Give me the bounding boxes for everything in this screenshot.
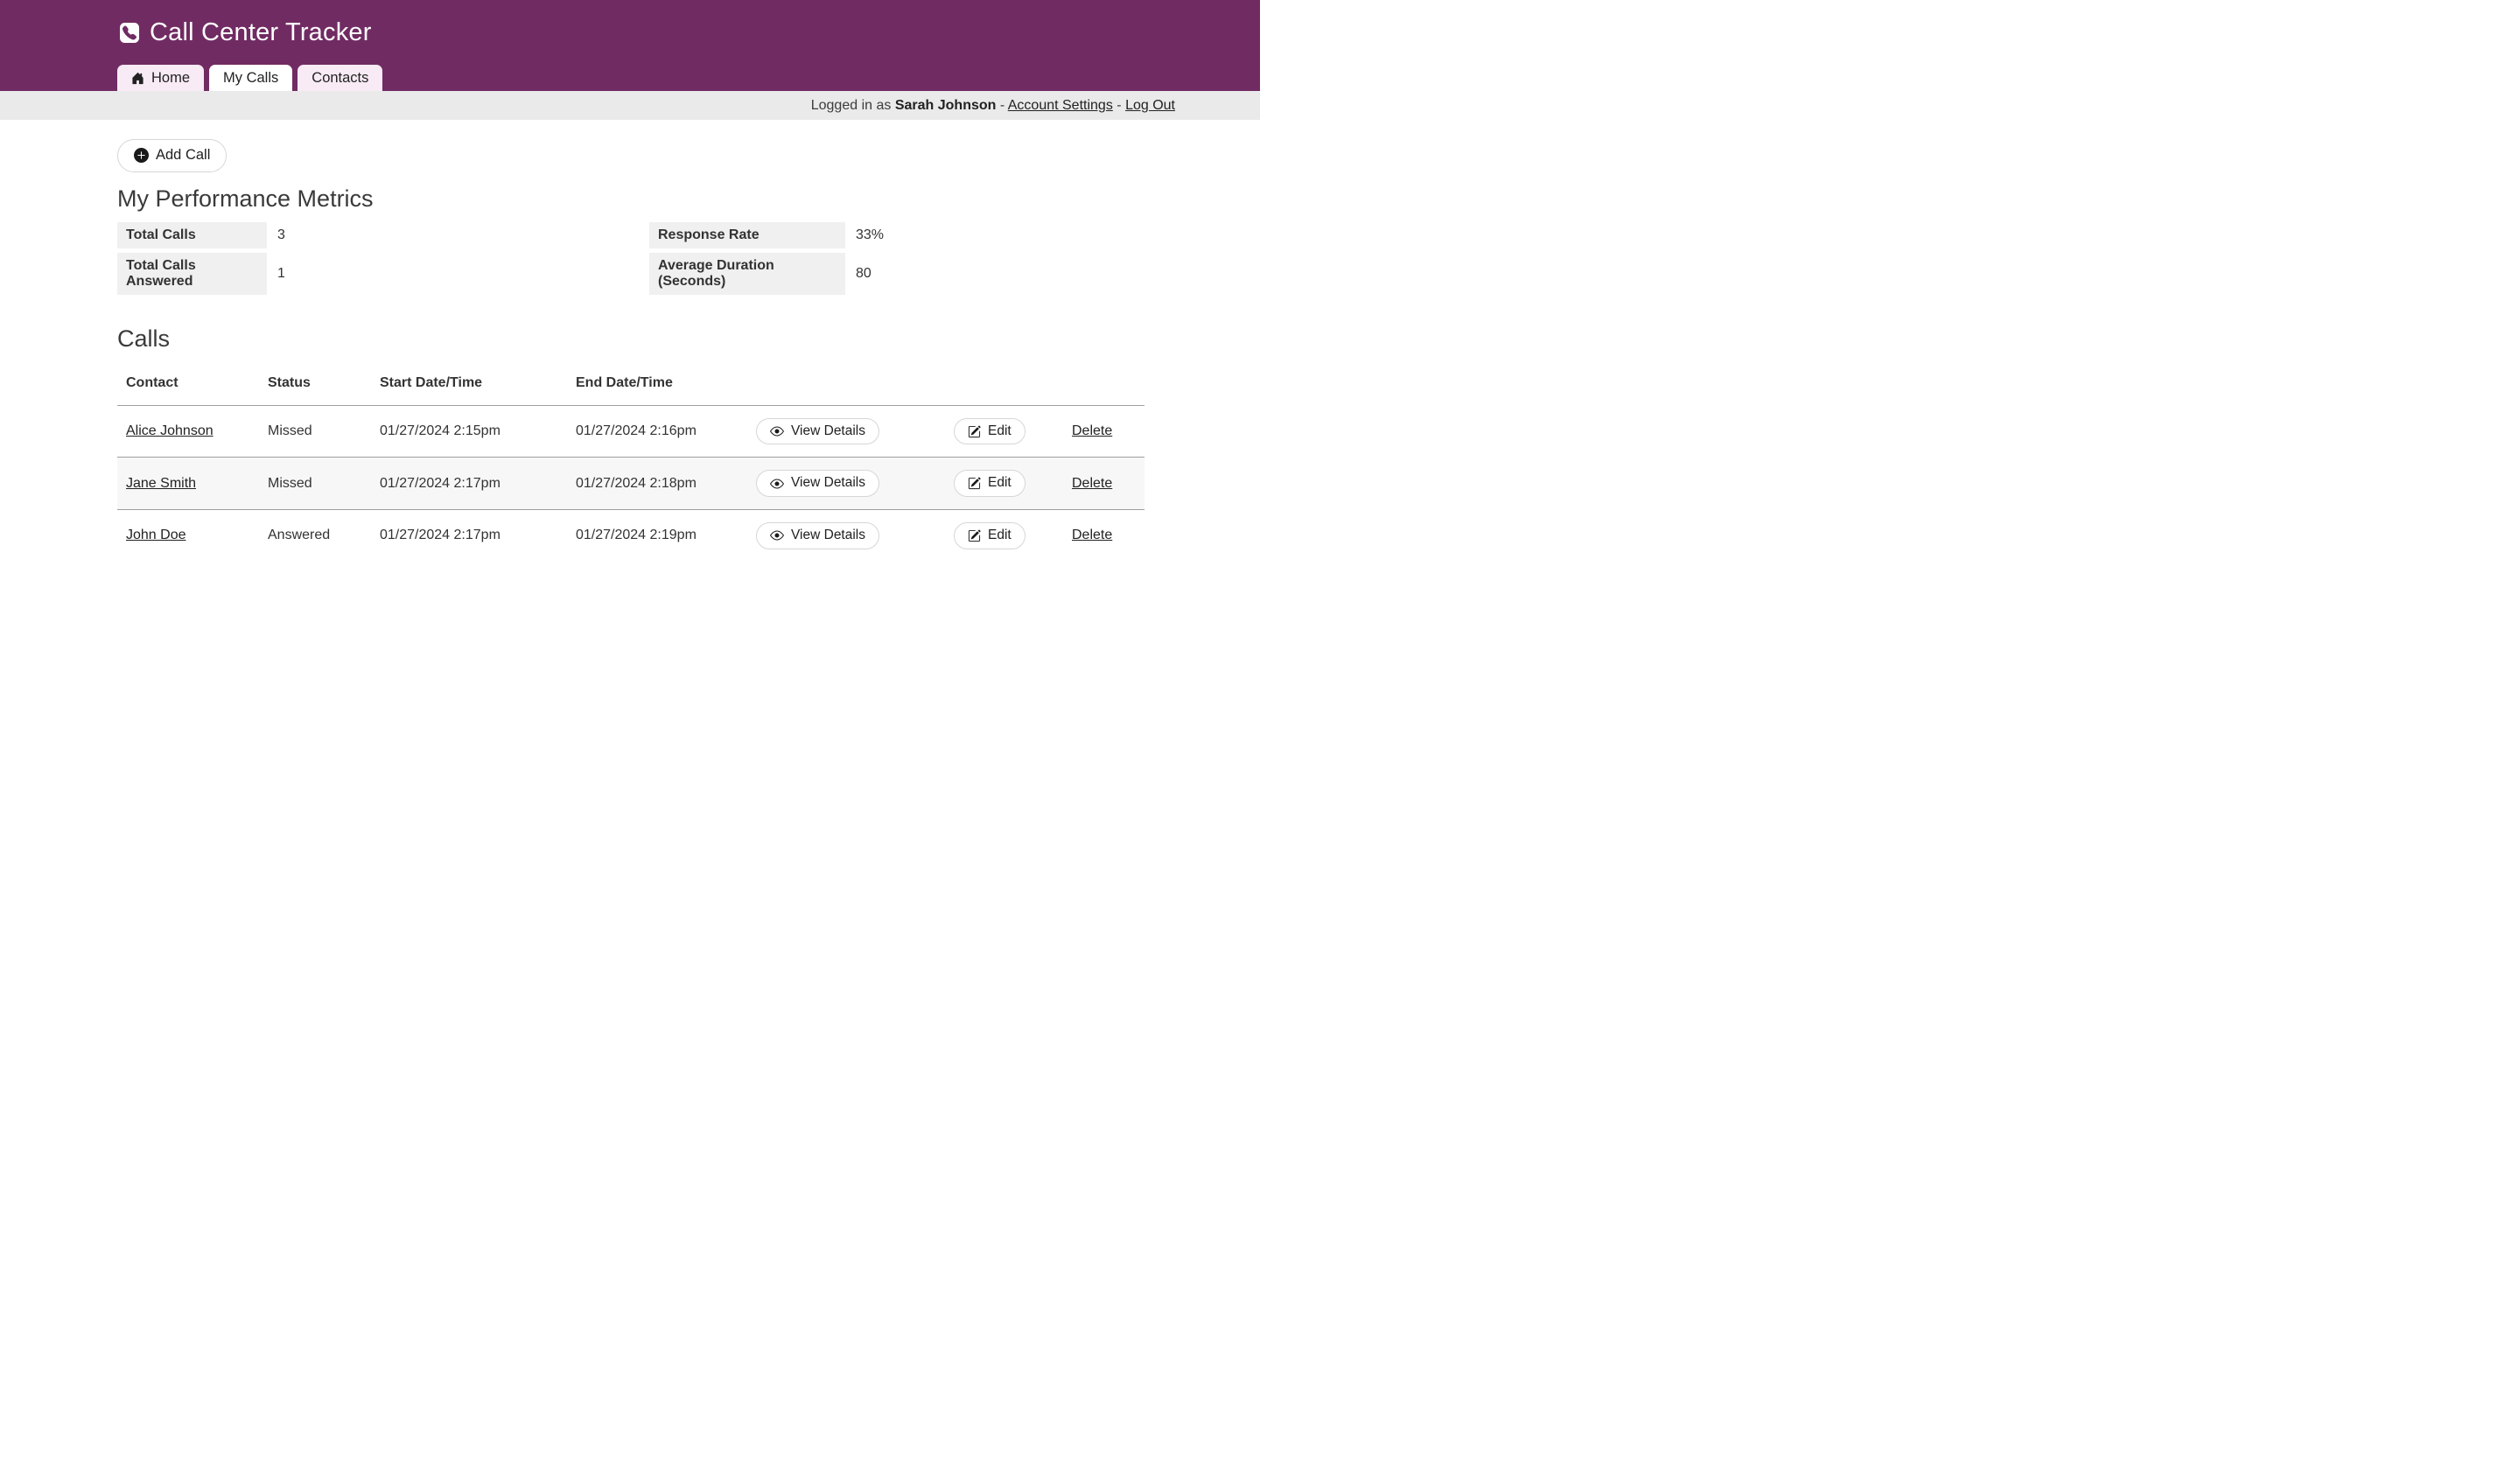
calls-heading: Calls xyxy=(117,325,1144,353)
column-actions-spacer xyxy=(747,353,945,406)
metric-label-total-calls: Total Calls xyxy=(117,222,267,248)
call-row: Alice Johnson Missed 01/27/2024 2:15pm 0… xyxy=(117,405,1144,458)
separator: - xyxy=(1000,98,1004,113)
contact-link[interactable]: Jane Smith xyxy=(126,476,196,491)
app-header: Call Center Tracker Home My Calls Contac… xyxy=(0,0,1260,91)
edit-label: Edit xyxy=(988,528,1012,544)
call-start: 01/27/2024 2:15pm xyxy=(371,405,567,458)
call-start: 01/27/2024 2:17pm xyxy=(371,509,567,561)
view-details-button[interactable]: View Details xyxy=(756,418,879,445)
call-status: Answered xyxy=(259,509,371,561)
call-row: John Doe Answered 01/27/2024 2:17pm 01/2… xyxy=(117,509,1144,561)
separator: - xyxy=(1116,98,1121,113)
view-details-button[interactable]: View Details xyxy=(756,522,879,549)
call-start: 01/27/2024 2:17pm xyxy=(371,458,567,510)
view-details-button[interactable]: View Details xyxy=(756,470,879,497)
edit-icon xyxy=(968,425,981,438)
contact-link[interactable]: John Doe xyxy=(126,528,186,542)
house-icon xyxy=(131,72,144,85)
metric-value-total-calls: 3 xyxy=(267,222,649,248)
call-end: 01/27/2024 2:18pm xyxy=(567,458,747,510)
edit-icon xyxy=(968,477,981,490)
column-actions-spacer xyxy=(1063,353,1144,406)
edit-button[interactable]: Edit xyxy=(954,470,1026,497)
main-nav: Home My Calls Contacts xyxy=(117,65,382,91)
metrics-heading: My Performance Metrics xyxy=(117,185,1144,213)
metric-label-response-rate: Response Rate xyxy=(649,222,845,248)
call-status: Missed xyxy=(259,405,371,458)
tab-home-label: Home xyxy=(151,70,190,87)
call-row: Jane Smith Missed 01/27/2024 2:17pm 01/2… xyxy=(117,458,1144,510)
add-call-button[interactable]: Add Call xyxy=(117,139,227,172)
tab-contacts[interactable]: Contacts xyxy=(298,65,382,91)
plus-circle-icon xyxy=(134,148,149,163)
eye-icon xyxy=(770,477,784,491)
view-details-label: View Details xyxy=(791,423,865,440)
phone-square-icon xyxy=(120,23,139,43)
metric-label-answered: Total Calls Answered xyxy=(117,253,267,295)
edit-button[interactable]: Edit xyxy=(954,522,1026,549)
edit-label: Edit xyxy=(988,423,1012,440)
column-start: Start Date/Time xyxy=(371,353,567,406)
delete-link[interactable]: Delete xyxy=(1072,476,1112,491)
calls-table-header: Contact Status Start Date/Time End Date/… xyxy=(117,353,1144,406)
column-status: Status xyxy=(259,353,371,406)
tab-my-calls[interactable]: My Calls xyxy=(209,65,292,91)
view-details-label: View Details xyxy=(791,528,865,544)
edit-button[interactable]: Edit xyxy=(954,418,1026,445)
metric-value-avg-duration: 80 xyxy=(845,253,1144,295)
delete-link[interactable]: Delete xyxy=(1072,423,1112,438)
call-end: 01/27/2024 2:19pm xyxy=(567,509,747,561)
logged-in-prefix: Logged in as xyxy=(811,98,892,113)
call-end: 01/27/2024 2:16pm xyxy=(567,405,747,458)
column-actions-spacer xyxy=(945,353,1063,406)
column-contact: Contact xyxy=(117,353,259,406)
log-out-link[interactable]: Log Out xyxy=(1125,98,1175,113)
call-status: Missed xyxy=(259,458,371,510)
delete-link[interactable]: Delete xyxy=(1072,528,1112,542)
app-title: Call Center Tracker xyxy=(150,18,372,47)
calls-table: Contact Status Start Date/Time End Date/… xyxy=(117,353,1144,562)
contact-link[interactable]: Alice Johnson xyxy=(126,423,214,438)
eye-icon xyxy=(770,528,784,542)
metric-value-response-rate: 33% xyxy=(845,222,1144,248)
user-name: Sarah Johnson xyxy=(895,98,997,113)
user-bar: Logged in as Sarah Johnson - Account Set… xyxy=(0,91,1260,120)
account-settings-link[interactable]: Account Settings xyxy=(1008,98,1113,113)
add-call-label: Add Call xyxy=(156,147,210,164)
edit-icon xyxy=(968,529,981,542)
metrics-table: Total Calls 3 Response Rate 33% Total Ca… xyxy=(117,218,1144,299)
metrics-row: Total Calls 3 Response Rate 33% xyxy=(117,222,1144,248)
tab-my-calls-label: My Calls xyxy=(223,70,278,87)
brand: Call Center Tracker xyxy=(0,0,1260,47)
eye-icon xyxy=(770,424,784,438)
metric-value-answered: 1 xyxy=(267,253,649,295)
tab-home[interactable]: Home xyxy=(117,65,204,91)
view-details-label: View Details xyxy=(791,475,865,492)
edit-label: Edit xyxy=(988,475,1012,492)
metrics-row: Total Calls Answered 1 Average Duration … xyxy=(117,253,1144,295)
column-end: End Date/Time xyxy=(567,353,747,406)
metric-label-avg-duration: Average Duration (Seconds) xyxy=(649,253,845,295)
tab-contacts-label: Contacts xyxy=(312,70,368,87)
main-content: Add Call My Performance Metrics Total Ca… xyxy=(0,120,1260,597)
